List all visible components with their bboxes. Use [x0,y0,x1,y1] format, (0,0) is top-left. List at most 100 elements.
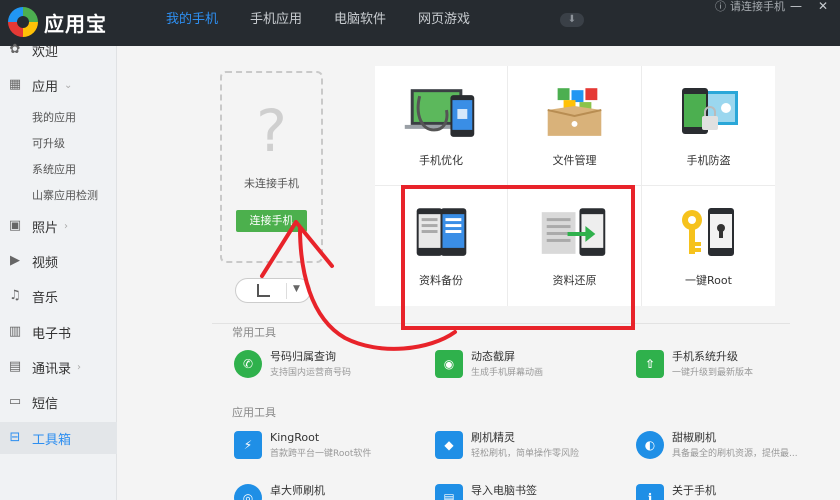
video-icon: ▶ [10,253,20,268]
connect-status-label: 请连接手机 [730,0,785,13]
sidebar-item-ebook[interactable]: ▥ 电子书 [0,318,117,346]
tool-kingroot[interactable]: ⚡ KingRoot 首款跨平台一键Root软件 [234,431,371,461]
tool-desc: 一键升级到最新版本 [672,368,754,378]
tool-import-bookmarks[interactable]: ▤ 导入电脑书签 [435,484,537,500]
photo-icon: ▣ [8,218,22,233]
download-icon[interactable]: ⬇ [560,13,584,27]
tool-name: 动态截屏 [471,350,515,363]
book-icon: ▥ [8,324,22,339]
connect-status[interactable]: ⓘ 请连接手机 [715,0,785,14]
sidebar-label: 视频 [32,255,59,271]
minimize-button[interactable]: — [790,0,802,12]
main-nav: 我的手机 手机应用 电脑软件 网页游戏 [150,0,486,46]
tile-label: 资料还原 [552,274,597,287]
phone-status: 未连接手机 [244,177,299,190]
caret-down-icon[interactable]: ▼ [293,284,300,294]
toolbox-icon: ⊟ [9,430,21,445]
sidebar-item-toolbox[interactable]: ⊟ 工具箱 [0,422,117,454]
restore-arrow-icon [541,208,606,256]
tool-name: 关于手机 [672,484,716,497]
sidebar-sub-my-apps[interactable]: 我的应用 [32,109,76,125]
connect-phone-button[interactable]: 连接手机 [236,210,307,232]
tool-zhuo-master[interactable]: ◎ 卓大师刷机 [234,484,325,500]
tab-mobile-apps[interactable]: 手机应用 [234,0,318,46]
screen-capture-icon: ◉ [435,350,463,378]
backup-phones-icon [416,208,467,256]
sidebar-item-video[interactable]: ▶ 视频 [0,247,117,275]
sidebar-sub-system-apps[interactable]: 系统应用 [32,161,76,177]
tool-system-upgrade[interactable]: ⇧ 手机系统升级 一键升级到最新版本 [636,350,753,380]
sidebar-label: 欢迎 [32,44,59,60]
tool-name: 刷机精灵 [471,431,515,444]
question-icon: ⓘ [715,0,726,13]
bookmark-icon: ▤ [435,484,463,500]
tile-anti-theft[interactable]: 手机防盗 [642,66,775,186]
tile-label: 手机优化 [419,154,463,167]
phone-lock-icon [682,88,738,134]
section-title-app-tools: 应用工具 [232,406,276,419]
sidebar-label: 通讯录 [32,361,72,377]
sidebar-item-sms[interactable]: ▭ 短信 [0,388,117,416]
phone-call-icon: ✆ [234,350,262,378]
tile-data-backup[interactable]: 资料备份 [375,186,508,306]
tool-name: KingRoot [270,431,320,444]
sidebar-sub-upgradable[interactable]: 可升级 [32,135,65,151]
tile-label: 文件管理 [552,154,597,167]
phone-info-icon: ℹ [636,484,664,500]
chevron-right-icon: › [77,361,82,373]
tool-name: 导入电脑书签 [471,484,537,497]
tile-phone-optimize[interactable]: 手机优化 [375,66,508,186]
screenshot-button[interactable]: ▼ [235,278,311,303]
message-icon: ▭ [8,394,22,409]
sidebar-label: 电子书 [32,326,72,342]
pepper-icon: ◐ [636,431,664,459]
file-box-icon [547,88,602,136]
sidebar-item-photos[interactable]: ▣ 照片 › [0,212,117,240]
zhuo-master-icon: ◎ [234,484,262,500]
tile-one-click-root[interactable]: 一键Root [642,186,775,306]
tool-desc: 轻松刷机，简单操作零风险 [471,449,580,459]
sidebar-label: 短信 [32,396,59,412]
tile-label: 手机防盗 [686,154,731,167]
tool-desc: 支持国内运营商号码 [270,368,352,378]
tool-pepper-flash[interactable]: ◐ 甜椒刷机 具备最全的刷机资源，提供最... [636,431,798,461]
sidebar: ✿ 欢迎 ▦ 应用 ⌄ 我的应用 可升级 系统应用 山寨应用检测 ▣ 照片 › … [0,43,117,500]
lightning-icon: ⚡ [234,431,262,459]
sidebar-label: 应用 [32,79,59,95]
chevron-down-icon: ⌄ [64,79,73,91]
grid-icon: ▦ [8,77,22,92]
tool-flash-sprite[interactable]: ◆ 刷机精灵 轻松刷机，简单操作零风险 [435,431,579,461]
tab-my-phone[interactable]: 我的手机 [150,0,234,46]
sidebar-sub-fake-app-check[interactable]: 山寨应用检测 [32,187,98,203]
stethoscope-phone-icon [404,89,475,137]
tool-about-phone[interactable]: ℹ 关于手机 [636,484,716,500]
tile-data-restore[interactable]: 资料还原 [508,186,642,306]
sidebar-item-apps[interactable]: ▦ 应用 ⌄ [0,71,117,99]
sidebar-item-contacts[interactable]: ▤ 通讯录 › [0,353,117,381]
close-button[interactable]: ✕ [818,0,828,12]
phone-placeholder-card: ? 未连接手机 连接手机 [220,71,323,263]
tool-desc: 首款跨平台一键Root软件 [270,449,372,459]
question-mark-icon: ? [256,97,287,165]
button-divider [286,283,287,299]
app-logo: 应用宝 [8,7,107,37]
tab-web-games[interactable]: 网页游戏 [402,0,486,46]
sidebar-item-music[interactable]: ♫ 音乐 [0,282,117,310]
sidebar-label: 音乐 [32,290,59,306]
app-name: 应用宝 [44,11,107,36]
sidebar-label: 工具箱 [32,432,72,448]
tab-pc-software[interactable]: 电脑软件 [318,0,402,46]
tile-label: 资料备份 [419,274,463,287]
sidebar-item-welcome[interactable]: ✿ 欢迎 [0,36,117,64]
tool-number-lookup[interactable]: ✆ 号码归属查询 支持国内运营商号码 [234,350,351,380]
chevron-right-icon: › [64,220,69,232]
music-icon: ♫ [9,288,21,303]
crop-icon [257,284,270,297]
section-title-common: 常用工具 [232,326,276,339]
tool-dynamic-screenshot[interactable]: ◉ 动态截屏 生成手机屏幕动画 [435,350,543,380]
section-divider [212,323,790,324]
welcome-icon: ✿ [9,42,21,57]
tile-file-manager[interactable]: 文件管理 [508,66,642,186]
tile-label: 一键Root [685,274,732,287]
tool-grid: 手机优化 文件管理 手机防盗 资料备份 资料还原 一键Root [375,66,775,306]
